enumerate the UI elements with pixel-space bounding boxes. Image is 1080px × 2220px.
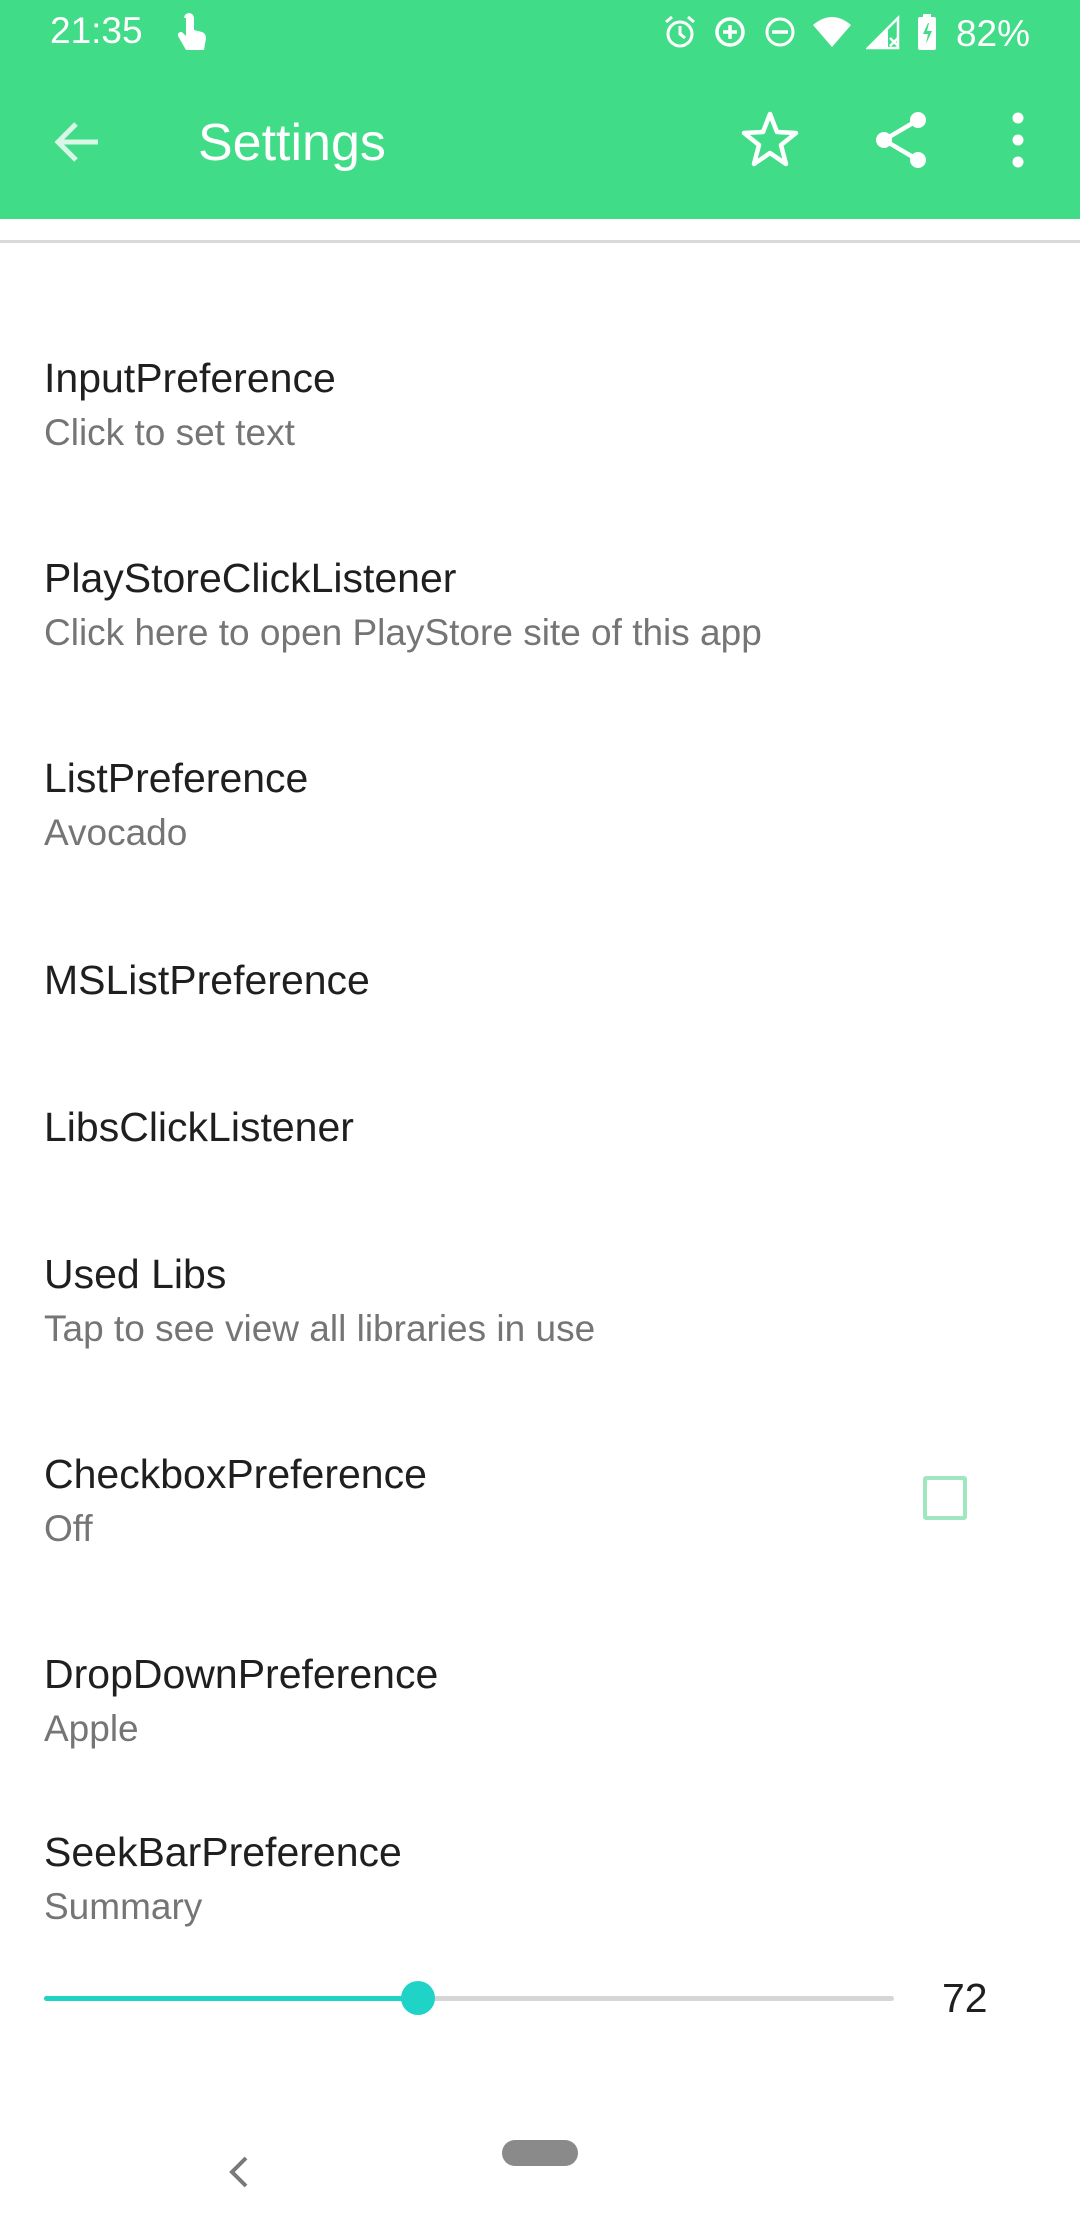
pref-summary: Off xyxy=(44,1508,93,1549)
data-saver-icon xyxy=(712,14,748,55)
pref-summary: Summary xyxy=(44,1886,203,1927)
pref-title: DropDownPreference xyxy=(44,1651,439,1697)
share-icon[interactable] xyxy=(870,108,934,172)
pref-title: CheckboxPreference xyxy=(44,1451,427,1497)
pref-libs-click[interactable]: LibsClickListener xyxy=(44,1102,1024,1152)
checkbox[interactable] xyxy=(923,1476,967,1520)
battery-percent: 82% xyxy=(955,13,1030,54)
divider xyxy=(0,240,1080,243)
more-vert-icon[interactable] xyxy=(1000,108,1036,172)
pref-title: LibsClickListener xyxy=(44,1104,354,1150)
arrow-back-icon[interactable] xyxy=(46,110,110,174)
seekbar-progress xyxy=(44,1996,418,2001)
signal-icon xyxy=(864,14,902,55)
pref-checkbox[interactable]: CheckboxPreference Off xyxy=(44,1449,1024,1551)
pref-list[interactable]: ListPreference Avocado xyxy=(44,753,1024,855)
seekbar-thumb[interactable] xyxy=(401,1981,435,2015)
status-icons: 82% xyxy=(662,8,1030,60)
alarm-icon xyxy=(662,14,698,55)
battery-icon xyxy=(916,13,938,56)
pref-title: InputPreference xyxy=(44,355,336,401)
page-title: Settings xyxy=(198,114,386,172)
pref-dropdown[interactable]: DropDownPreference Apple xyxy=(44,1649,1024,1751)
status-time: 21:35 xyxy=(50,10,143,51)
pref-mslist[interactable]: MSListPreference xyxy=(44,955,1024,1005)
status-bar: 21:35 82% xyxy=(0,0,1080,68)
wifi-icon xyxy=(812,15,852,54)
pref-title: SeekBarPreference xyxy=(44,1829,402,1875)
navigation-bar xyxy=(0,2120,1080,2220)
nav-back-icon[interactable] xyxy=(224,2152,254,2192)
star-icon[interactable] xyxy=(738,108,802,172)
pref-input[interactable]: InputPreference Click to set text xyxy=(44,353,1024,455)
pref-summary: Tap to see view all libraries in use xyxy=(44,1308,596,1349)
pref-title: MSListPreference xyxy=(44,957,370,1003)
pref-title: ListPreference xyxy=(44,755,309,801)
pref-summary: Click here to open PlayStore site of thi… xyxy=(44,612,762,653)
nav-home-pill[interactable] xyxy=(502,2140,578,2166)
pref-summary: Avocado xyxy=(44,812,188,853)
touch-icon xyxy=(170,12,210,61)
pref-title: PlayStoreClickListener xyxy=(44,555,457,601)
pref-summary: Click to set text xyxy=(44,412,295,453)
pref-playstore[interactable]: PlayStoreClickListener Click here to ope… xyxy=(44,553,1024,655)
pref-summary: Apple xyxy=(44,1708,139,1749)
pref-used-libs[interactable]: Used Libs Tap to see view all libraries … xyxy=(44,1249,1024,1351)
toolbar: Settings xyxy=(0,68,1080,219)
seekbar-value: 72 xyxy=(942,1975,988,2021)
app-bar: 21:35 82% Settings xyxy=(0,0,1080,219)
seekbar-track[interactable] xyxy=(44,1981,894,2015)
dnd-icon xyxy=(762,14,798,55)
pref-seekbar: SeekBarPreference Summary xyxy=(44,1827,1024,1929)
pref-title: Used Libs xyxy=(44,1251,227,1297)
